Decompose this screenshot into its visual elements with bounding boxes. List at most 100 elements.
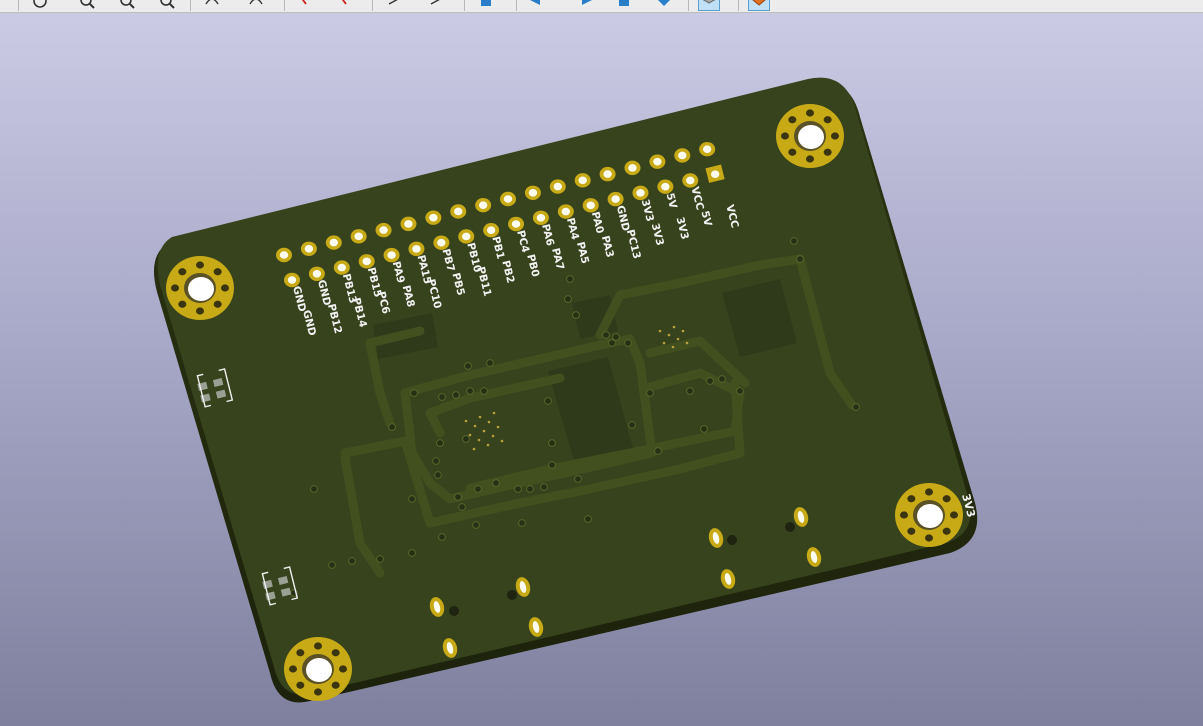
bga-dot xyxy=(468,433,472,437)
via xyxy=(564,295,572,303)
move-down-button[interactable] xyxy=(655,0,675,10)
rotate-y-cw-button[interactable] xyxy=(296,0,316,10)
move-right-button[interactable] xyxy=(578,0,598,10)
zoom-in-button[interactable] xyxy=(78,0,98,10)
mounting-hole xyxy=(895,483,963,547)
toolbar-separator xyxy=(190,0,191,11)
toolbar-separator xyxy=(18,0,19,11)
move-right-icon xyxy=(582,0,592,5)
zoom-fit-button[interactable] xyxy=(158,0,178,10)
bga-dot xyxy=(672,325,676,329)
move-up-icon xyxy=(619,0,629,6)
rotate-x-ccw-button[interactable] xyxy=(248,0,268,10)
header-pin xyxy=(450,204,467,219)
rotate-y-cw-icon xyxy=(301,0,307,5)
via xyxy=(434,471,442,479)
via xyxy=(796,255,804,263)
via xyxy=(548,439,556,447)
via xyxy=(492,479,500,487)
via xyxy=(462,435,470,443)
bga-dot xyxy=(685,341,689,345)
viewer-toolbar xyxy=(0,0,1203,13)
via xyxy=(472,521,480,529)
via xyxy=(566,275,574,283)
header-pin xyxy=(649,154,666,169)
via xyxy=(466,387,474,395)
header-pin xyxy=(682,173,699,188)
pcb-3d-render: GND GND PB13 PB15 PA9 PA15 PB7 PB10 PB1 PC4 PA6 PA4… xyxy=(153,77,978,703)
mounting-hole xyxy=(284,637,352,701)
bga-dot xyxy=(472,447,476,451)
via xyxy=(584,515,592,523)
bga-dot xyxy=(464,419,468,423)
bga-dot xyxy=(492,411,496,415)
zoom-out-button[interactable] xyxy=(118,0,138,10)
rotate-z-ccw-icon xyxy=(430,0,440,5)
bga-dot xyxy=(482,429,486,433)
via xyxy=(548,461,556,469)
header-pin xyxy=(350,229,367,244)
orthographic-view-button[interactable] xyxy=(698,0,720,11)
header-pin xyxy=(674,148,691,163)
toolbar-separator xyxy=(372,0,373,11)
via xyxy=(718,375,726,383)
3d-viewport[interactable]: GND GND PB13 PB15 PA9 PA15 PB7 PB10 PB1 PC4 PA6 PA4… xyxy=(0,13,1203,726)
bga-dot xyxy=(671,345,675,349)
bga-dot xyxy=(487,420,491,424)
header-pin xyxy=(632,185,649,201)
via xyxy=(454,493,462,501)
via xyxy=(518,519,526,527)
rotate-y-ccw-button[interactable] xyxy=(336,0,356,10)
render-mode-icon xyxy=(752,0,766,6)
via xyxy=(736,387,744,395)
header-pin xyxy=(524,185,541,200)
bga-dot xyxy=(491,434,495,438)
refresh-icon xyxy=(33,0,47,8)
via xyxy=(646,389,654,397)
via xyxy=(852,403,860,411)
toolbar-separator xyxy=(464,0,465,11)
header-pin xyxy=(375,222,392,238)
via xyxy=(410,389,418,397)
toolbar-separator xyxy=(284,0,285,11)
bga-dot xyxy=(478,415,482,419)
via xyxy=(464,362,472,370)
rotate-z-ccw-button[interactable] xyxy=(428,0,448,10)
via xyxy=(526,485,534,493)
drill-hole xyxy=(507,590,517,600)
header-pin xyxy=(325,235,342,250)
bga-dot xyxy=(676,337,680,341)
via xyxy=(480,387,488,395)
render-mode-button[interactable] xyxy=(748,0,770,11)
via xyxy=(486,359,494,367)
toolbar-separator xyxy=(738,0,739,11)
flip-board-button[interactable] xyxy=(478,0,498,10)
bga-dot xyxy=(681,329,685,333)
bga-dot xyxy=(662,341,666,345)
move-left-button[interactable] xyxy=(528,0,548,10)
via xyxy=(436,439,444,447)
header-pin xyxy=(400,216,417,232)
rotate-x-cw-button[interactable] xyxy=(204,0,224,10)
header-pin xyxy=(657,179,674,194)
mounting-hole xyxy=(166,256,234,320)
via xyxy=(348,557,356,565)
via xyxy=(654,447,662,455)
header-pin xyxy=(475,198,492,213)
move-left-icon xyxy=(530,0,540,5)
toolbar-separator xyxy=(688,0,689,11)
via xyxy=(474,485,482,493)
drill-hole xyxy=(727,535,737,545)
header-pin xyxy=(557,204,574,219)
zoom-fit-icon xyxy=(160,0,175,9)
refresh-button[interactable] xyxy=(30,0,50,10)
via xyxy=(432,457,440,465)
via xyxy=(612,333,620,341)
move-up-button[interactable] xyxy=(615,0,635,10)
rotate-z-cw-button[interactable] xyxy=(386,0,406,10)
header-pin xyxy=(599,166,616,182)
via xyxy=(540,483,548,491)
header-pin xyxy=(574,173,591,188)
orthographic-view-icon xyxy=(702,0,716,4)
drill-hole xyxy=(785,522,795,532)
